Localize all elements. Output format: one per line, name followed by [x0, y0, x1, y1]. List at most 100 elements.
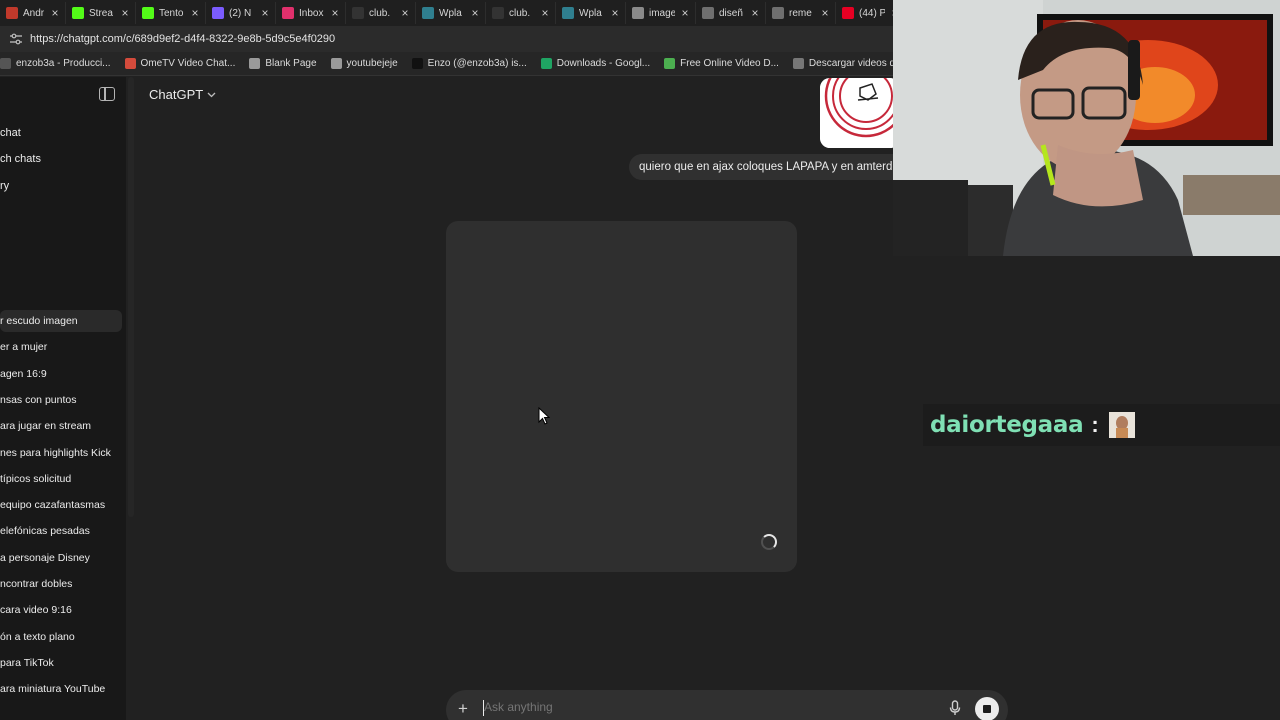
chat-history-item[interactable]: equipo cazafantasmas: [0, 494, 122, 516]
tab-favicon-icon: [842, 7, 854, 19]
bookmark-item[interactable]: youtubejeje: [330, 58, 398, 69]
tab-title: Tento: [159, 7, 184, 19]
sidebar-scrollbar[interactable]: [128, 77, 134, 517]
bookmark-label: Blank Page: [265, 58, 317, 69]
close-tab-icon[interactable]: ×: [329, 6, 341, 20]
chat-history-item[interactable]: a personaje Disney: [0, 547, 122, 569]
browser-tab[interactable]: Wpla ×: [556, 2, 626, 24]
bookmark-label: Free Online Video D...: [680, 58, 779, 69]
browser-tab[interactable]: image ×: [626, 2, 696, 24]
new-chat-item[interactable]: chat: [0, 127, 21, 139]
close-tab-icon[interactable]: ×: [679, 6, 691, 20]
image-generation-placeholder: [446, 221, 797, 572]
chat-history-item[interactable]: típicos solicitud: [0, 468, 122, 490]
chat-history-item[interactable]: nsas con puntos: [0, 389, 122, 411]
close-tab-icon[interactable]: ×: [49, 6, 61, 20]
screen: Andr × Strea × Tento × (2) N × Inbox × club. × Wpla ×…: [0, 0, 1280, 720]
bookmark-label: enzob3a - Producci...: [16, 58, 111, 69]
browser-tab[interactable]: (2) N ×: [206, 2, 276, 24]
library-item[interactable]: ry: [0, 180, 9, 192]
user-message: quiero que en ajax coloques LAPAPA y en …: [629, 154, 909, 180]
tab-favicon-icon: [72, 7, 84, 19]
tab-title: club.: [369, 7, 391, 19]
browser-tab[interactable]: Wpla ×: [416, 2, 486, 24]
bookmark-item[interactable]: Free Online Video D...: [664, 58, 779, 69]
close-tab-icon[interactable]: ×: [609, 6, 621, 20]
chevron-down-icon: [207, 90, 216, 100]
bookmark-item[interactable]: OmeTV Video Chat...: [124, 58, 235, 69]
tab-favicon-icon: [422, 7, 434, 19]
browser-tab[interactable]: Inbox ×: [276, 2, 346, 24]
sidebar-toggle-icon[interactable]: [99, 87, 115, 101]
bookmark-item[interactable]: Enzo (@enzob3a) is...: [411, 58, 527, 69]
mouse-cursor-icon: [538, 406, 551, 430]
tab-favicon-icon: [702, 7, 714, 19]
browser-tab[interactable]: diseñ ×: [696, 2, 766, 24]
browser-tab[interactable]: club. ×: [346, 2, 416, 24]
tab-title: (2) N: [229, 7, 252, 19]
microphone-icon[interactable]: [949, 700, 961, 716]
bookmark-favicon-icon: [664, 58, 676, 69]
bookmark-favicon-icon: [249, 58, 261, 69]
tab-title: Inbox: [299, 7, 324, 19]
bookmark-favicon-icon: [411, 58, 423, 69]
bookmark-item[interactable]: Descargar videos de...: [792, 58, 909, 69]
stop-icon: [983, 705, 991, 713]
browser-tab[interactable]: Tento ×: [136, 2, 206, 24]
chat-history-item[interactable]: ón a texto plano: [0, 626, 122, 648]
browser-tab[interactable]: Strea ×: [66, 2, 136, 24]
close-tab-icon[interactable]: ×: [399, 6, 411, 20]
search-chats-item[interactable]: ch chats: [0, 153, 41, 165]
bookmark-item[interactable]: Downloads - Googl...: [540, 58, 651, 69]
tab-title: club.: [509, 7, 531, 19]
close-tab-icon[interactable]: ×: [819, 6, 831, 20]
chat-username: daiortegaaa: [930, 412, 1084, 438]
tab-favicon-icon: [6, 7, 18, 19]
browser-tab[interactable]: club. ×: [486, 2, 556, 24]
chat-history-item[interactable]: cara video 9:16: [0, 599, 122, 621]
bookmark-label: Enzo (@enzob3a) is...: [427, 58, 527, 69]
model-selector[interactable]: ChatGPT: [149, 87, 216, 102]
plus-icon[interactable]: +: [458, 699, 468, 719]
webcam-overlay: [893, 0, 1280, 256]
bookmark-label: Downloads - Googl...: [556, 58, 651, 69]
bookmark-label: youtubejeje: [346, 58, 398, 69]
browser-tab[interactable]: reme ×: [766, 2, 836, 24]
stream-chat-message: daiortegaaa :: [923, 404, 1280, 446]
tab-favicon-icon: [632, 7, 644, 19]
chat-history-item[interactable]: ara miniatura YouTube: [0, 678, 122, 700]
chat-history-item[interactable]: para TikTok: [0, 652, 122, 674]
tab-title: Wpla: [579, 7, 602, 19]
chat-history-item[interactable]: r escudo imagen: [0, 310, 122, 332]
chat-history-item[interactable]: er a mujer: [0, 336, 122, 358]
url-text[interactable]: https://chatgpt.com/c/689d9ef2-d4f4-8322…: [30, 33, 335, 45]
stop-generating-button[interactable]: [975, 697, 999, 720]
close-tab-icon[interactable]: ×: [469, 6, 481, 20]
close-tab-icon[interactable]: ×: [189, 6, 201, 20]
close-tab-icon[interactable]: ×: [539, 6, 551, 20]
tab-title: image: [649, 7, 675, 19]
bookmark-item[interactable]: enzob3a - Producci...: [0, 58, 111, 69]
chat-emote-icon: [1108, 412, 1135, 438]
tab-title: diseñ: [719, 7, 743, 19]
loading-spinner-icon: [761, 534, 777, 550]
tab-favicon-icon: [352, 7, 364, 19]
chat-history-item[interactable]: ara jugar en stream: [0, 415, 122, 437]
site-settings-icon[interactable]: [8, 31, 24, 47]
bookmark-item[interactable]: Blank Page: [249, 58, 317, 69]
prompt-input[interactable]: [484, 700, 884, 714]
sidebar: chat ch chats ry r escudo imagen er a muj…: [0, 77, 126, 720]
chat-history-item[interactable]: elefónicas pesadas: [0, 520, 122, 542]
close-tab-icon[interactable]: ×: [119, 6, 131, 20]
browser-tab[interactable]: Andr ×: [0, 2, 66, 24]
uploaded-image[interactable]: [820, 78, 900, 148]
close-tab-icon[interactable]: ×: [259, 6, 271, 20]
chat-history-item[interactable]: agen 16:9: [0, 363, 122, 385]
chat-history-item[interactable]: ncontrar dobles: [0, 573, 122, 595]
tab-title: reme: [789, 7, 812, 19]
tab-favicon-icon: [492, 7, 504, 19]
tab-title: (44) P: [859, 7, 885, 19]
tab-favicon-icon: [142, 7, 154, 19]
chat-history-item[interactable]: nes para highlights Kick: [0, 442, 122, 464]
close-tab-icon[interactable]: ×: [749, 6, 761, 20]
